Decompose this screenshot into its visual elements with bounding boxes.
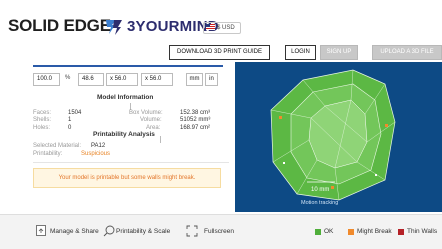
us-flag-icon [206, 24, 215, 31]
selected-material-label: Selected Material: [33, 143, 82, 149]
volume-label: Volume: [140, 117, 162, 123]
dimension-y-input[interactable]: x 56.0 [106, 73, 138, 86]
motion-tracking-label: Motion tracking [301, 200, 338, 206]
legend-ok-swatch [315, 229, 321, 235]
dimension-z-input[interactable]: x 56.0 [141, 73, 173, 86]
faces-value: 1504 [68, 110, 82, 116]
shells-label: Shells: [33, 117, 52, 123]
solid-edge-logo[interactable]: SOLID EDGE [8, 16, 111, 36]
section-divider [130, 103, 131, 110]
legend-break-swatch [348, 229, 354, 235]
printability-scale-button[interactable]: Printability & Scale [116, 228, 170, 235]
holes-label: Holes: [33, 125, 51, 131]
area-value: 168.97 cm² [180, 125, 211, 131]
volume-value: 51052 mm³ [180, 117, 211, 123]
faces-label: Faces: [33, 110, 52, 116]
login-button[interactable]: LOGIN [285, 45, 316, 60]
dimension-x-input[interactable]: 48.6 [78, 73, 104, 86]
legend-break-label: Might Break [357, 228, 392, 235]
divider-line [33, 162, 229, 163]
legend-thin-swatch [398, 229, 404, 235]
box-volume-label: Box Volume: [129, 110, 163, 116]
signup-button[interactable]: SIGN UP [320, 45, 358, 60]
holes-value: 0 [68, 125, 72, 131]
selected-material-value: PA12 [91, 143, 106, 149]
legend-ok-label: OK [324, 228, 334, 235]
bottom-toolbar: Manage & Share Printability & Scale Full… [0, 214, 442, 249]
3d-model-viewer[interactable]: 10 mm Motion tracking [235, 62, 442, 212]
search-icon[interactable] [103, 225, 115, 237]
upload-file-button[interactable]: UPLOAD A 3D FILE [372, 45, 442, 60]
3yourmind-logo-icon[interactable] [104, 18, 124, 36]
model-information-title: Model Information [97, 94, 154, 101]
download-guide-button[interactable]: DOWNLOAD 3D PRINT GUIDE [169, 45, 270, 60]
scale-percent-input[interactable]: 100.0 [33, 73, 60, 86]
shells-value: 1 [68, 117, 72, 123]
fullscreen-icon[interactable] [186, 225, 198, 237]
scale-slider[interactable] [33, 65, 223, 67]
top-bar: SOLID EDGE 3YOURMIND $ USD DOWNLOAD 3D P… [0, 0, 442, 62]
scale-row: 100.0 % 48.6 x 56.0 x 56.0 mm in [33, 73, 233, 87]
left-panel: 100.0 % 48.6 x 56.0 x 56.0 mm in Model I… [0, 62, 234, 212]
model-render[interactable]: 10 mm Motion tracking [235, 62, 442, 212]
printability-status: Suspicious [81, 151, 111, 157]
percent-label: % [65, 75, 71, 81]
scale-bar-label: 10 mm [311, 187, 329, 193]
manage-share-button[interactable]: Manage & Share [50, 228, 99, 235]
currency-selector[interactable]: $ USD [203, 22, 241, 34]
printability-warning: Your model is printable but some walls m… [33, 168, 221, 188]
currency-label: $ USD [217, 25, 235, 31]
fullscreen-button[interactable]: Fullscreen [204, 228, 234, 235]
box-volume-value: 152.38 cm³ [180, 110, 211, 116]
section-divider [160, 136, 161, 143]
printability-analysis-title: Printability Analysis [93, 131, 155, 138]
share-icon[interactable] [36, 225, 46, 236]
unit-in-button[interactable]: in [205, 73, 218, 86]
unit-mm-button[interactable]: mm [186, 73, 203, 86]
legend-thin-label: Thin Walls [407, 228, 438, 235]
printability-label: Printability: [33, 151, 63, 157]
